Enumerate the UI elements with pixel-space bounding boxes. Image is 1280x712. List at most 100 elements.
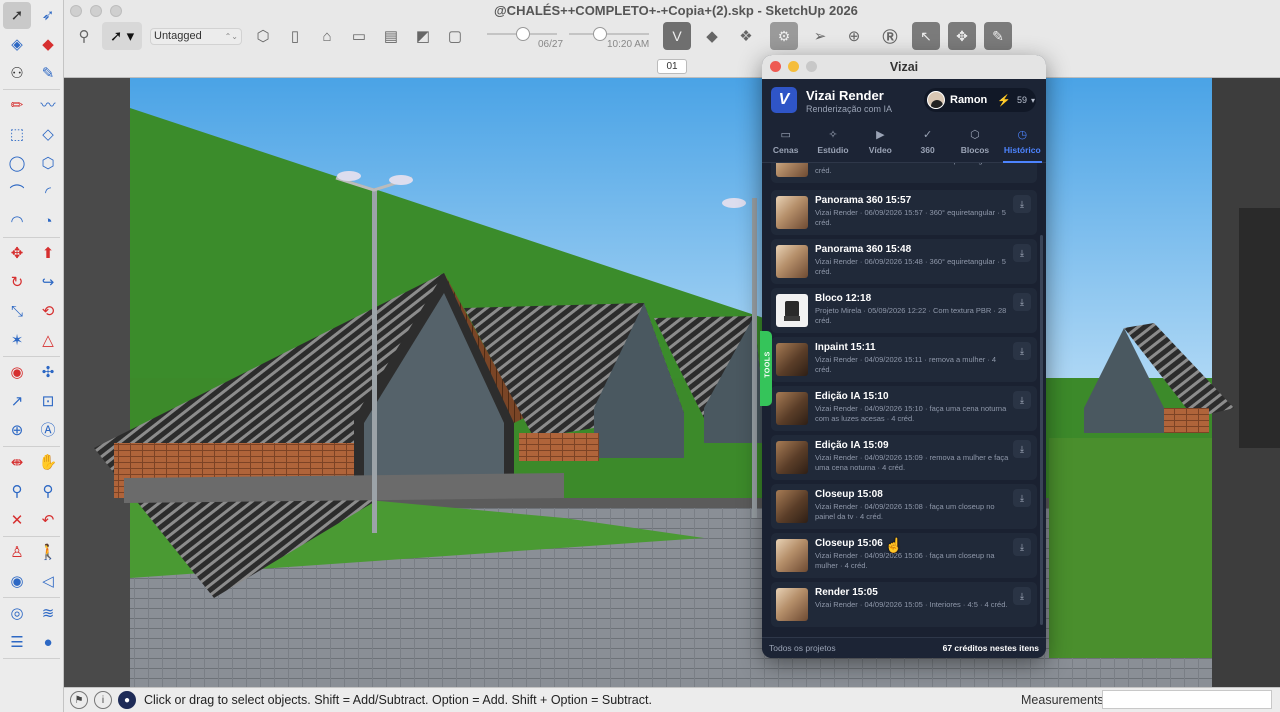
eraser-icon[interactable]: ◆ xyxy=(34,31,62,58)
history-list[interactable]: Vizai Render · 06/09/2026 15:59 · 360° e… xyxy=(762,163,1046,637)
text-icon[interactable]: ⊡ xyxy=(34,388,62,415)
vizai-close-button[interactable] xyxy=(770,61,781,72)
download-icon[interactable]: ⤓ xyxy=(1013,440,1031,458)
date-slider-knob[interactable] xyxy=(516,27,530,41)
user-account-icon[interactable]: ● xyxy=(118,691,136,709)
rectangle-icon[interactable]: ⬚ xyxy=(3,121,31,148)
section-icon[interactable]: △ xyxy=(34,327,62,354)
zoom-window-button[interactable] xyxy=(110,5,122,17)
vizai-minimize-button[interactable] xyxy=(788,61,799,72)
user-menu[interactable]: Ramon ⚡ 59 ▾ xyxy=(924,88,1036,112)
flip-icon[interactable]: ✶ xyxy=(3,327,31,354)
cursor-plugin-icon[interactable]: ↖ xyxy=(912,22,940,50)
paint-bucket-icon[interactable]: ◈ xyxy=(3,31,31,58)
tools-side-tab[interactable]: TOOLS xyxy=(760,331,772,406)
download-icon[interactable]: ⤓ xyxy=(1013,538,1031,556)
axes-icon[interactable]: ⊕ xyxy=(3,417,31,444)
history-item[interactable]: Panorama 360 15:57 Vizai Render · 06/09/2… xyxy=(771,190,1037,235)
geo-location-icon[interactable]: ⚑ xyxy=(70,691,88,709)
settings-plugin-icon[interactable]: ⚙ xyxy=(770,22,798,50)
download-icon[interactable]: ⤓ xyxy=(1013,195,1031,213)
time-slider[interactable] xyxy=(569,27,649,41)
rotate-icon[interactable]: ↻ xyxy=(3,269,31,296)
download-icon[interactable]: ⤓ xyxy=(1013,293,1031,311)
date-slider[interactable] xyxy=(487,27,557,41)
previous-view-icon[interactable]: ↶ xyxy=(34,507,62,534)
zoom-icon[interactable]: ⚲ xyxy=(3,478,31,505)
eyedropper-icon[interactable]: ✎ xyxy=(34,60,62,87)
history-item[interactable]: Vizai Render · 06/09/2026 15:59 · 360° e… xyxy=(771,163,1037,183)
all-projects-link[interactable]: Todos os projetos xyxy=(769,643,836,653)
3d-text-icon[interactable]: Ⓐ xyxy=(34,417,62,444)
tab-hist-rico[interactable]: ◷ Histórico xyxy=(999,123,1046,163)
close-window-button[interactable] xyxy=(70,5,82,17)
rotated-rectangle-icon[interactable]: ◇ xyxy=(34,121,62,148)
history-item[interactable]: Bloco 12:18 Projeto Mirela · 05/09/2026 1… xyxy=(771,288,1037,333)
send-plugin-icon[interactable]: ➢ xyxy=(808,22,832,50)
history-item[interactable]: Panorama 360 15:48 Vizai Render · 06/09/2… xyxy=(771,239,1037,284)
info-icon[interactable]: i xyxy=(94,691,112,709)
vizai-plugin-icon[interactable]: V xyxy=(663,22,691,50)
walk-icon[interactable]: 🚶 xyxy=(34,539,62,566)
arc-3pt-icon[interactable]: ◠ xyxy=(3,208,31,235)
measurements-input[interactable] xyxy=(1102,690,1272,709)
arc-icon[interactable]: ⌒ xyxy=(3,179,31,206)
vizai-titlebar[interactable]: Vizai xyxy=(762,55,1046,79)
protractor-icon[interactable]: ✣ xyxy=(34,359,62,386)
home-icon[interactable]: ⌂ xyxy=(316,22,338,50)
orbit-icon[interactable]: ⇼ xyxy=(3,449,31,476)
target-icon[interactable]: ⊕ xyxy=(842,22,866,50)
zoom-extents-icon[interactable]: ✕ xyxy=(3,507,31,534)
pan-icon[interactable]: ✋ xyxy=(34,449,62,476)
tab-cenas[interactable]: ▭ Cenas xyxy=(762,123,809,162)
download-icon[interactable]: ⤓ xyxy=(1013,342,1031,360)
tab-est-dio[interactable]: ✧ Estúdio xyxy=(809,123,856,162)
look-around-icon[interactable]: ◉ xyxy=(3,568,31,595)
scale-icon[interactable]: ⤡ xyxy=(3,298,31,325)
history-scrollbar[interactable] xyxy=(1040,235,1043,625)
dimension-icon[interactable]: ↗ xyxy=(3,388,31,415)
arc-2pt-icon[interactable]: ◜ xyxy=(34,179,62,206)
time-slider-knob[interactable] xyxy=(593,27,607,41)
circle-icon[interactable]: ◯ xyxy=(3,150,31,177)
history-item[interactable]: Closeup 15:08 Vizai Render · 04/09/2026 1… xyxy=(771,484,1037,529)
section-plane-icon[interactable]: ◁ xyxy=(34,568,62,595)
eraser-plugin-icon[interactable]: ◆ xyxy=(700,22,724,50)
search-icon[interactable]: ⚲ xyxy=(70,22,98,50)
download-icon[interactable]: ⤓ xyxy=(1013,391,1031,409)
select-dropdown-icon[interactable]: ➚ ▾ xyxy=(102,22,142,50)
history-item[interactable]: Edição IA 15:10 Vizai Render · 04/09/2026… xyxy=(771,386,1037,431)
move-icon[interactable]: ✥ xyxy=(3,240,31,267)
polygon-icon[interactable]: ⬡ xyxy=(34,150,62,177)
print-icon[interactable]: ▤ xyxy=(380,22,402,50)
tape-measure-icon[interactable]: ◉ xyxy=(3,359,31,386)
push-pull-icon[interactable]: ⬆ xyxy=(34,240,62,267)
follow-me-icon[interactable]: ↪ xyxy=(34,269,62,296)
minimize-window-button[interactable] xyxy=(90,5,102,17)
solid-tools-icon[interactable]: ≋ xyxy=(34,600,62,627)
history-item[interactable]: Render 15:05 Vizai Render · 04/09/2026 15… xyxy=(771,582,1037,627)
freehand-icon[interactable]: 〰 xyxy=(34,92,62,119)
front-view-icon[interactable]: ▢ xyxy=(444,22,466,50)
iso-icon[interactable]: ◩ xyxy=(412,22,434,50)
tab-360[interactable]: ✓ 360 xyxy=(904,123,951,162)
history-item[interactable]: Inpaint 15:11 Vizai Render · 04/09/2026 1… xyxy=(771,337,1037,382)
tab-v-deo[interactable]: ▶ Vídeo xyxy=(857,123,904,162)
scene-tab[interactable]: 01 xyxy=(657,59,687,74)
tab-blocos[interactable]: ⬡ Blocos xyxy=(951,123,998,162)
render-r-icon[interactable]: Ⓡ xyxy=(876,22,904,50)
tag-select[interactable]: Untagged ⌃⌄ xyxy=(150,28,242,45)
download-icon[interactable]: ⤓ xyxy=(1013,244,1031,262)
sandbox-icon[interactable]: ◎ xyxy=(3,600,31,627)
open-icon[interactable]: ▯ xyxy=(284,22,306,50)
model-icon[interactable]: ▭ xyxy=(348,22,370,50)
vizai-zoom-button[interactable] xyxy=(806,61,817,72)
history-item[interactable]: Edição IA 15:09 Vizai Render · 04/09/2026… xyxy=(771,435,1037,480)
history-item[interactable]: Closeup 15:06 Vizai Render · 04/09/2026 1… xyxy=(771,533,1037,578)
tag-tool-icon[interactable]: ⚇ xyxy=(3,60,31,87)
expand-plugin-icon[interactable]: ✥ xyxy=(948,22,976,50)
3d-viewport[interactable] xyxy=(64,78,1280,687)
edit-plugin-icon[interactable]: ✎ xyxy=(984,22,1012,50)
component-icon[interactable]: ⬡ xyxy=(252,22,274,50)
pencil-icon[interactable]: ✏ xyxy=(3,92,31,119)
